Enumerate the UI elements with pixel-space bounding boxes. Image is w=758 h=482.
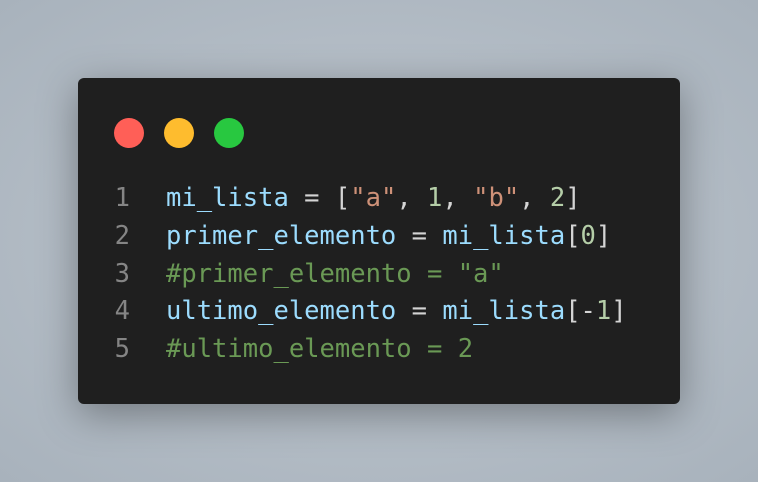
code-window: 1 mi_lista = ["a", 1, "b", 2] 2 primer_elem…	[78, 78, 680, 404]
code-token: primer_elemento	[166, 220, 397, 251]
code-token: ultimo_elemento	[166, 296, 397, 327]
code-token: mi_lista	[442, 220, 566, 251]
code-token: mi_lista	[166, 183, 289, 213]
code-token: ]	[611, 296, 627, 327]
code-token: ,	[442, 183, 474, 213]
line-number: 3	[114, 258, 130, 289]
code-token: mi_lista	[442, 296, 566, 327]
line-number: 5	[114, 334, 130, 365]
close-button[interactable]	[114, 118, 144, 148]
line-code: ultimo_elemento = mi_lista[-1]	[166, 293, 627, 331]
code-token: #primer_elemento = "a"	[166, 258, 504, 289]
code-token: "a"	[350, 183, 397, 213]
code-token: ]	[595, 220, 612, 251]
code-token: 1	[595, 296, 612, 327]
code-token: [	[565, 220, 581, 251]
line-number: 1	[114, 183, 130, 213]
code-token: =	[396, 220, 443, 251]
code-token: ]	[565, 183, 581, 213]
line-number: 2	[114, 220, 130, 251]
code-token: 2	[549, 183, 566, 213]
code-token: #ultimo_elemento = 2	[166, 334, 474, 365]
code-line: 3 #primer_elemento = "a"	[78, 256, 627, 294]
code-line: 2 primer_elemento = mi_lista[0]	[78, 218, 627, 256]
code-line: 4 ultimo_elemento = mi_lista[-1]	[78, 293, 627, 331]
code-block: 1 mi_lista = ["a", 1, "b", 2] 2 primer_elem…	[78, 180, 627, 369]
code-token: "b"	[473, 183, 520, 213]
code-token: 1	[427, 183, 443, 213]
code-line: 5 #ultimo_elemento = 2	[78, 331, 627, 369]
code-token: 0	[580, 220, 596, 251]
line-code: #ultimo_elemento = 2	[166, 331, 473, 369]
line-code: mi_lista = ["a", 1, "b", 2]	[166, 180, 581, 218]
code-token: =	[396, 296, 443, 327]
code-token: ,	[396, 183, 428, 213]
code-token: [-	[565, 296, 596, 327]
line-code: #primer_elemento = "a"	[166, 256, 504, 294]
maximize-button[interactable]	[214, 118, 244, 148]
code-token: ,	[519, 183, 550, 213]
minimize-button[interactable]	[164, 118, 194, 148]
line-code: primer_elemento = mi_lista[0]	[166, 218, 611, 256]
code-line: 1 mi_lista = ["a", 1, "b", 2]	[78, 180, 627, 218]
line-number: 4	[114, 296, 130, 327]
code-token: = [	[288, 183, 351, 213]
